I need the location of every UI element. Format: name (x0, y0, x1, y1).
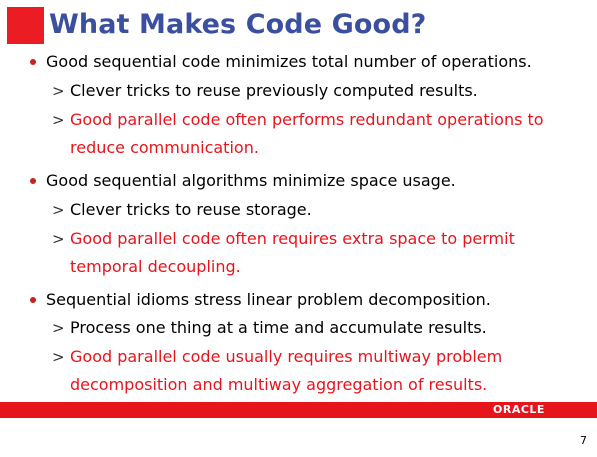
bullet-1-sub-2-line-1: Good parallel code often performs redund… (70, 110, 544, 129)
oracle-logo: ORACLE (493, 403, 545, 416)
bullet-1-dot-icon (30, 59, 36, 65)
bullet-3-sub-2-line-2: decomposition and multiway aggregation o… (70, 375, 488, 394)
bullet-3-dot-icon (30, 297, 36, 303)
bullet-3-sub-1-line-1: Process one thing at a time and accumula… (70, 318, 487, 337)
bullet-1-sub-1-line-1: Clever tricks to reuse previously comput… (70, 81, 478, 100)
bullet-3-text: Sequential idioms stress linear problem … (46, 290, 491, 309)
sub-bullet-marker-icon: > (52, 82, 65, 100)
corner-square-decoration (7, 7, 44, 44)
bullet-2-text: Good sequential algorithms minimize spac… (46, 171, 456, 190)
sub-bullet-marker-icon: > (52, 111, 65, 129)
sub-bullet-marker-icon: > (52, 201, 65, 219)
sub-bullet-marker-icon: > (52, 348, 65, 366)
bullet-3-sub-2-line-1: Good parallel code usually requires mult… (70, 347, 503, 366)
bullet-2-dot-icon (30, 178, 36, 184)
bullet-1-sub-2-line-2: reduce communication. (70, 138, 259, 157)
footer-divider (0, 417, 597, 418)
bullet-2-sub-2-line-2: temporal decoupling. (70, 257, 241, 276)
sub-bullet-marker-icon: > (52, 319, 65, 337)
bullet-1-text: Good sequential code minimizes total num… (46, 52, 532, 71)
slide-title: What Makes Code Good? (49, 9, 427, 40)
bullet-2-sub-1-line-1: Clever tricks to reuse storage. (70, 200, 312, 219)
sub-bullet-marker-icon: > (52, 230, 65, 248)
page-number: 7 (580, 434, 587, 447)
bullet-2-sub-2-line-1: Good parallel code often requires extra … (70, 229, 515, 248)
